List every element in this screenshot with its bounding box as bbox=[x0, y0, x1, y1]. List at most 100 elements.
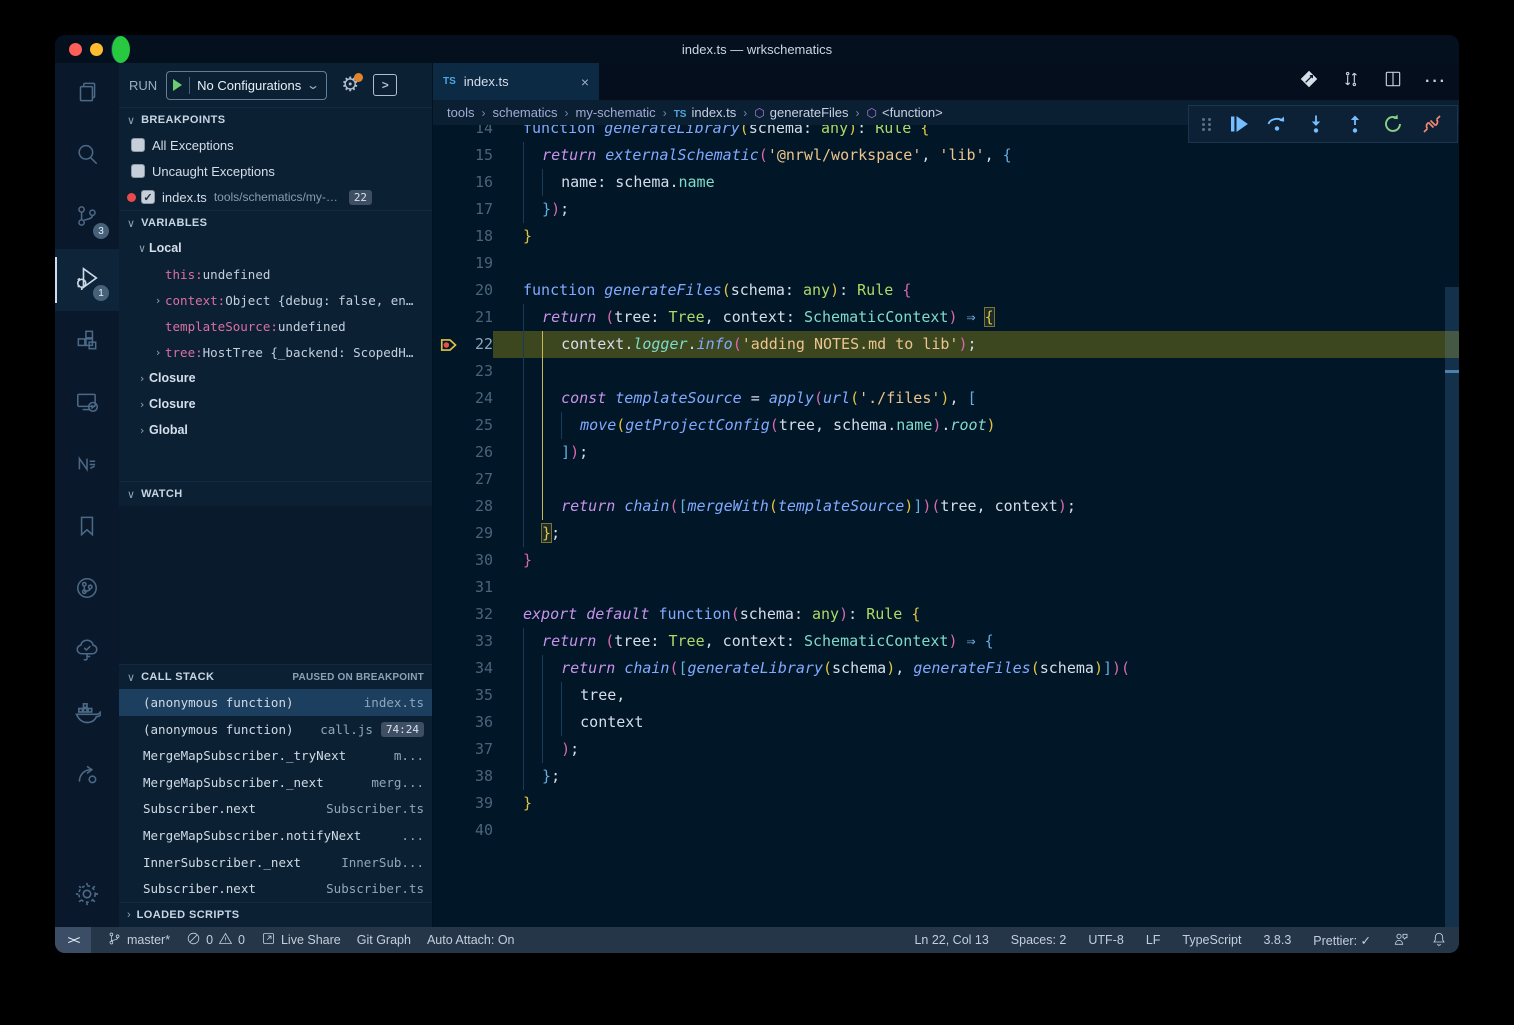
breadcrumb-item[interactable]: tools bbox=[447, 105, 474, 120]
close-tab-icon[interactable]: × bbox=[581, 74, 589, 90]
tab-index-ts[interactable]: TS index.ts × bbox=[433, 63, 599, 100]
step-over-button[interactable] bbox=[1265, 112, 1289, 136]
restart-button[interactable] bbox=[1381, 112, 1405, 136]
checkbox[interactable]: ✓ bbox=[141, 190, 155, 204]
call-stack-section-header[interactable]: ∨ CALL STACK PAUSED ON BREAKPOINT bbox=[119, 664, 432, 689]
error-icon bbox=[186, 931, 201, 949]
breadcrumb-item[interactable]: schematics bbox=[492, 105, 557, 120]
step-into-button[interactable] bbox=[1304, 112, 1328, 136]
variable-row[interactable]: ›tree: HostTree {_backend: ScopedH… bbox=[119, 339, 432, 365]
configure-gear-button[interactable]: ⚙ bbox=[341, 75, 359, 95]
checkbox[interactable] bbox=[131, 138, 145, 152]
variables-section-header[interactable]: ∨ VARIABLES bbox=[119, 210, 432, 235]
twisty-icon[interactable]: ∨ bbox=[135, 242, 149, 255]
variable-row[interactable]: ∨Local bbox=[119, 235, 432, 261]
activity-todo-tree[interactable] bbox=[55, 621, 119, 683]
more-actions-icon[interactable]: ··· bbox=[1425, 73, 1447, 91]
editor-scrollbar[interactable] bbox=[1445, 125, 1459, 927]
loaded-scripts-section-header[interactable]: › LOADED SCRIPTS bbox=[119, 902, 432, 927]
launch-config-dropdown[interactable]: No Configurations ⌄ bbox=[166, 71, 327, 100]
twisty-icon[interactable]: › bbox=[151, 346, 165, 359]
checkbox[interactable] bbox=[131, 164, 145, 178]
stack-frame[interactable]: MergeMapSubscriber._tryNextm... bbox=[119, 742, 432, 769]
variable-row[interactable]: ›Closure bbox=[119, 365, 432, 391]
statusbar-auto-attach[interactable]: Auto Attach: On bbox=[427, 933, 515, 947]
launch-config-label: No Configurations bbox=[197, 78, 301, 93]
breadcrumb-item[interactable]: ⬡<function> bbox=[867, 105, 943, 120]
breakpoint-row[interactable]: ✓index.tstools/schematics/my-sch...22 bbox=[119, 184, 432, 210]
debug-console-button[interactable]: > bbox=[373, 74, 397, 96]
step-out-button[interactable] bbox=[1343, 112, 1367, 136]
activity-run-debug[interactable]: 1 bbox=[55, 249, 119, 311]
stack-frame[interactable]: (anonymous function)index.ts bbox=[119, 689, 432, 716]
twisty-icon[interactable]: › bbox=[135, 424, 149, 437]
twisty-icon[interactable]: › bbox=[151, 294, 165, 307]
watch-section-header[interactable]: ∨ WATCH bbox=[119, 481, 432, 506]
activity-bookmarks[interactable] bbox=[55, 497, 119, 559]
breadcrumb-item[interactable]: ⬡generateFiles bbox=[754, 105, 848, 120]
statusbar-indentation[interactable]: Spaces: 2 bbox=[1011, 933, 1067, 947]
breakpoints-list: All ExceptionsUncaught Exceptions✓index.… bbox=[119, 132, 432, 210]
activity-nx-console[interactable] bbox=[55, 435, 119, 497]
indent-guide bbox=[523, 358, 542, 385]
stack-frame[interactable]: Subscriber.nextSubscriber.ts bbox=[119, 796, 432, 823]
indent-guide bbox=[523, 466, 542, 493]
breakpoint-row[interactable]: Uncaught Exceptions bbox=[119, 158, 432, 184]
disconnect-button[interactable] bbox=[1420, 112, 1444, 136]
activity-manage[interactable] bbox=[55, 865, 119, 927]
statusbar-cursor-position[interactable]: Ln 22, Col 13 bbox=[914, 933, 988, 947]
frame-function: MergeMapSubscriber._next bbox=[143, 775, 324, 790]
statusbar-ts-version[interactable]: 3.8.3 bbox=[1263, 933, 1291, 947]
code-line-22: 22context.logger.info('adding NOTES.md t… bbox=[433, 331, 1459, 358]
variable-row[interactable]: ›Closure bbox=[119, 391, 432, 417]
statusbar-eol[interactable]: LF bbox=[1146, 933, 1161, 947]
docker-whale-icon bbox=[73, 698, 101, 731]
activity-extensions[interactable] bbox=[55, 311, 119, 373]
statusbar-git-branch[interactable]: master* bbox=[107, 931, 170, 949]
statusbar-language-mode[interactable]: TypeScript bbox=[1182, 933, 1241, 947]
stack-frame[interactable]: MergeMapSubscriber._nextmerg... bbox=[119, 769, 432, 796]
statusbar-problems[interactable]: 00 bbox=[186, 931, 245, 949]
editor-actions: ··· bbox=[1299, 63, 1447, 100]
twisty-icon[interactable]: › bbox=[135, 372, 149, 385]
statusbar-encoding[interactable]: UTF-8 bbox=[1088, 933, 1123, 947]
variable-row[interactable]: this: undefined bbox=[119, 261, 432, 287]
paused-breakpoint-icon[interactable] bbox=[433, 331, 467, 358]
code-text: const templateSource = apply(url('./file… bbox=[493, 385, 1459, 412]
variable-row[interactable]: ›Global bbox=[119, 417, 432, 443]
activity-git-graph[interactable] bbox=[55, 559, 119, 621]
activity-search[interactable] bbox=[55, 125, 119, 187]
start-debug-icon[interactable] bbox=[173, 79, 182, 91]
statusbar-notifications[interactable] bbox=[1431, 931, 1447, 950]
stack-frame[interactable]: InnerSubscriber._nextInnerSub... bbox=[119, 849, 432, 876]
variable-row[interactable]: ›context: Object {debug: false, en… bbox=[119, 287, 432, 313]
remote-indicator[interactable]: >< bbox=[55, 927, 91, 953]
activity-remote-explorer[interactable] bbox=[55, 373, 119, 435]
statusbar-feedback[interactable] bbox=[1393, 931, 1409, 950]
scrollbar-slider[interactable] bbox=[1445, 287, 1459, 927]
breadcrumb-label: generateFiles bbox=[770, 105, 849, 120]
switch-editor-icon[interactable] bbox=[1341, 69, 1361, 94]
open-changes-icon[interactable] bbox=[1299, 69, 1319, 94]
split-editor-icon[interactable] bbox=[1383, 69, 1403, 94]
code-line-34: 34return chain([generateLibrary(schema),… bbox=[433, 655, 1459, 682]
breadcrumb-item[interactable]: my-schematic bbox=[576, 105, 656, 120]
code-editor[interactable]: 14function generateLibrary(schema: any):… bbox=[433, 125, 1459, 927]
breakpoints-section-header[interactable]: ∨ BREAKPOINTS bbox=[119, 107, 432, 132]
breadcrumb-item[interactable]: TSindex.ts bbox=[674, 105, 737, 120]
activity-source-control[interactable]: 3 bbox=[55, 187, 119, 249]
activity-deploy[interactable] bbox=[55, 745, 119, 807]
statusbar-prettier[interactable]: Prettier: ✓ bbox=[1313, 933, 1371, 948]
activity-explorer[interactable] bbox=[55, 63, 119, 125]
statusbar-live-share[interactable]: Live Share bbox=[261, 931, 341, 949]
twisty-icon[interactable]: › bbox=[135, 398, 149, 411]
breakpoint-row[interactable]: All Exceptions bbox=[119, 132, 432, 158]
variable-row[interactable]: templateSource: undefined bbox=[119, 313, 432, 339]
continue-button[interactable] bbox=[1227, 112, 1251, 136]
activity-docker[interactable] bbox=[55, 683, 119, 745]
drag-handle-icon[interactable] bbox=[1202, 118, 1212, 131]
stack-frame[interactable]: MergeMapSubscriber.notifyNext... bbox=[119, 822, 432, 849]
stack-frame[interactable]: (anonymous function)call.js74:24 bbox=[119, 716, 432, 743]
statusbar-git-graph[interactable]: Git Graph bbox=[357, 933, 411, 947]
stack-frame[interactable]: Subscriber.nextSubscriber.ts bbox=[119, 875, 432, 902]
